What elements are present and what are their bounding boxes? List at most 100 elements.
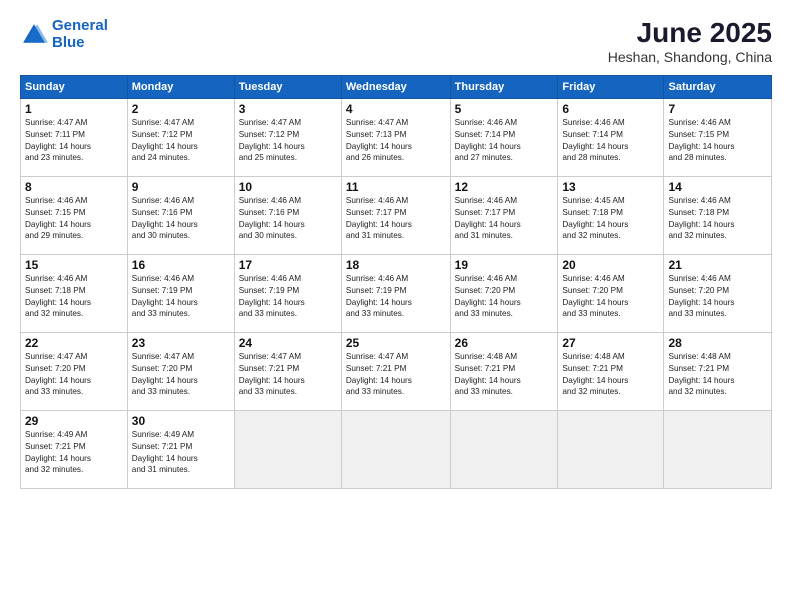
main-title: June 2025 <box>608 18 772 49</box>
day-info: Sunrise: 4:47 AM Sunset: 7:12 PM Dayligh… <box>239 117 337 165</box>
day-cell: 26Sunrise: 4:48 AM Sunset: 7:21 PM Dayli… <box>450 332 558 410</box>
logo-icon <box>20 21 48 49</box>
header: General Blue June 2025 Heshan, Shandong,… <box>20 18 772 65</box>
calendar-body: 1Sunrise: 4:47 AM Sunset: 7:11 PM Daylig… <box>21 98 772 488</box>
day-cell: 23Sunrise: 4:47 AM Sunset: 7:20 PM Dayli… <box>127 332 234 410</box>
day-number: 17 <box>239 258 337 272</box>
day-cell: 22Sunrise: 4:47 AM Sunset: 7:20 PM Dayli… <box>21 332 128 410</box>
week-row-2: 8Sunrise: 4:46 AM Sunset: 7:15 PM Daylig… <box>21 176 772 254</box>
day-info: Sunrise: 4:46 AM Sunset: 7:16 PM Dayligh… <box>239 195 337 243</box>
day-cell: 8Sunrise: 4:46 AM Sunset: 7:15 PM Daylig… <box>21 176 128 254</box>
day-info: Sunrise: 4:46 AM Sunset: 7:18 PM Dayligh… <box>668 195 767 243</box>
day-cell: 7Sunrise: 4:46 AM Sunset: 7:15 PM Daylig… <box>664 98 772 176</box>
day-number: 8 <box>25 180 123 194</box>
day-cell: 13Sunrise: 4:45 AM Sunset: 7:18 PM Dayli… <box>558 176 664 254</box>
logo-text: General Blue <box>52 18 108 51</box>
day-info: Sunrise: 4:46 AM Sunset: 7:18 PM Dayligh… <box>25 273 123 321</box>
day-cell: 14Sunrise: 4:46 AM Sunset: 7:18 PM Dayli… <box>664 176 772 254</box>
day-cell: 9Sunrise: 4:46 AM Sunset: 7:16 PM Daylig… <box>127 176 234 254</box>
day-cell <box>450 410 558 488</box>
day-info: Sunrise: 4:46 AM Sunset: 7:19 PM Dayligh… <box>239 273 337 321</box>
day-cell: 28Sunrise: 4:48 AM Sunset: 7:21 PM Dayli… <box>664 332 772 410</box>
day-cell: 1Sunrise: 4:47 AM Sunset: 7:11 PM Daylig… <box>21 98 128 176</box>
day-cell <box>341 410 450 488</box>
day-number: 18 <box>346 258 446 272</box>
day-info: Sunrise: 4:47 AM Sunset: 7:11 PM Dayligh… <box>25 117 123 165</box>
day-cell: 10Sunrise: 4:46 AM Sunset: 7:16 PM Dayli… <box>234 176 341 254</box>
day-number: 30 <box>132 414 230 428</box>
day-info: Sunrise: 4:47 AM Sunset: 7:21 PM Dayligh… <box>239 351 337 399</box>
day-cell <box>234 410 341 488</box>
day-cell: 24Sunrise: 4:47 AM Sunset: 7:21 PM Dayli… <box>234 332 341 410</box>
day-info: Sunrise: 4:48 AM Sunset: 7:21 PM Dayligh… <box>668 351 767 399</box>
day-number: 9 <box>132 180 230 194</box>
day-cell: 3Sunrise: 4:47 AM Sunset: 7:12 PM Daylig… <box>234 98 341 176</box>
day-number: 2 <box>132 102 230 116</box>
day-info: Sunrise: 4:46 AM Sunset: 7:20 PM Dayligh… <box>668 273 767 321</box>
day-cell: 15Sunrise: 4:46 AM Sunset: 7:18 PM Dayli… <box>21 254 128 332</box>
weekday-wednesday: Wednesday <box>341 75 450 98</box>
day-cell: 5Sunrise: 4:46 AM Sunset: 7:14 PM Daylig… <box>450 98 558 176</box>
weekday-saturday: Saturday <box>664 75 772 98</box>
day-info: Sunrise: 4:48 AM Sunset: 7:21 PM Dayligh… <box>455 351 554 399</box>
day-cell: 6Sunrise: 4:46 AM Sunset: 7:14 PM Daylig… <box>558 98 664 176</box>
day-cell: 27Sunrise: 4:48 AM Sunset: 7:21 PM Dayli… <box>558 332 664 410</box>
day-info: Sunrise: 4:46 AM Sunset: 7:15 PM Dayligh… <box>25 195 123 243</box>
weekday-friday: Friday <box>558 75 664 98</box>
week-row-1: 1Sunrise: 4:47 AM Sunset: 7:11 PM Daylig… <box>21 98 772 176</box>
day-info: Sunrise: 4:46 AM Sunset: 7:14 PM Dayligh… <box>562 117 659 165</box>
day-info: Sunrise: 4:46 AM Sunset: 7:14 PM Dayligh… <box>455 117 554 165</box>
day-number: 20 <box>562 258 659 272</box>
weekday-sunday: Sunday <box>21 75 128 98</box>
calendar-page: General Blue June 2025 Heshan, Shandong,… <box>0 0 792 612</box>
day-number: 29 <box>25 414 123 428</box>
day-cell: 29Sunrise: 4:49 AM Sunset: 7:21 PM Dayli… <box>21 410 128 488</box>
day-number: 14 <box>668 180 767 194</box>
week-row-3: 15Sunrise: 4:46 AM Sunset: 7:18 PM Dayli… <box>21 254 772 332</box>
day-info: Sunrise: 4:46 AM Sunset: 7:20 PM Dayligh… <box>455 273 554 321</box>
day-info: Sunrise: 4:47 AM Sunset: 7:20 PM Dayligh… <box>25 351 123 399</box>
day-info: Sunrise: 4:47 AM Sunset: 7:13 PM Dayligh… <box>346 117 446 165</box>
day-number: 11 <box>346 180 446 194</box>
day-number: 7 <box>668 102 767 116</box>
day-number: 10 <box>239 180 337 194</box>
weekday-tuesday: Tuesday <box>234 75 341 98</box>
title-block: June 2025 Heshan, Shandong, China <box>608 18 772 65</box>
day-number: 28 <box>668 336 767 350</box>
day-number: 13 <box>562 180 659 194</box>
weekday-monday: Monday <box>127 75 234 98</box>
day-info: Sunrise: 4:46 AM Sunset: 7:15 PM Dayligh… <box>668 117 767 165</box>
week-row-5: 29 Sunrise: 4:49 AM Sunset: 7:21 PM Dayli… <box>21 410 772 488</box>
day-number: 19 <box>455 258 554 272</box>
day-number: 3 <box>239 102 337 116</box>
day-cell: 21Sunrise: 4:46 AM Sunset: 7:20 PM Dayli… <box>664 254 772 332</box>
day-info: Sunrise: 4:47 AM Sunset: 7:21 PM Dayligh… <box>346 351 446 399</box>
day-info: Sunrise: 4:46 AM Sunset: 7:17 PM Dayligh… <box>455 195 554 243</box>
day-info: Sunrise: 4:47 AM Sunset: 7:20 PM Dayligh… <box>132 351 230 399</box>
day-number: 23 <box>132 336 230 350</box>
day-cell: 11Sunrise: 4:46 AM Sunset: 7:17 PM Dayli… <box>341 176 450 254</box>
day-cell <box>664 410 772 488</box>
day-info: Sunrise: 4:46 AM Sunset: 7:17 PM Dayligh… <box>346 195 446 243</box>
day-number: 24 <box>239 336 337 350</box>
day-number: 27 <box>562 336 659 350</box>
day-cell: 17Sunrise: 4:46 AM Sunset: 7:19 PM Dayli… <box>234 254 341 332</box>
day-number: 26 <box>455 336 554 350</box>
weekday-thursday: Thursday <box>450 75 558 98</box>
day-number: 1 <box>25 102 123 116</box>
day-number: 16 <box>132 258 230 272</box>
calendar-table: SundayMondayTuesdayWednesdayThursdayFrid… <box>20 75 772 489</box>
day-cell: 4Sunrise: 4:47 AM Sunset: 7:13 PM Daylig… <box>341 98 450 176</box>
day-info: Sunrise: 4:49 AM Sunset: 7:21 PM Dayligh… <box>132 429 230 477</box>
day-number: 22 <box>25 336 123 350</box>
day-cell: 25Sunrise: 4:47 AM Sunset: 7:21 PM Dayli… <box>341 332 450 410</box>
weekday-header: SundayMondayTuesdayWednesdayThursdayFrid… <box>21 75 772 98</box>
day-number: 15 <box>25 258 123 272</box>
day-cell: 12Sunrise: 4:46 AM Sunset: 7:17 PM Dayli… <box>450 176 558 254</box>
day-number: 21 <box>668 258 767 272</box>
day-cell: 20Sunrise: 4:46 AM Sunset: 7:20 PM Dayli… <box>558 254 664 332</box>
day-info: Sunrise: 4:47 AM Sunset: 7:12 PM Dayligh… <box>132 117 230 165</box>
day-cell: 19Sunrise: 4:46 AM Sunset: 7:20 PM Dayli… <box>450 254 558 332</box>
logo: General Blue <box>20 18 108 51</box>
day-info: Sunrise: 4:46 AM Sunset: 7:19 PM Dayligh… <box>346 273 446 321</box>
